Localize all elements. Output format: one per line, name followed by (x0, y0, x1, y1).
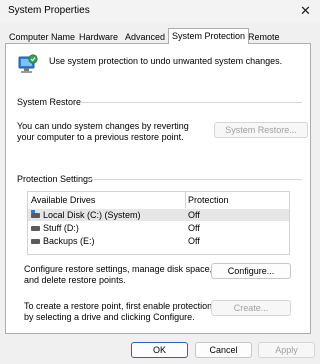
window-title: System Properties (8, 5, 90, 16)
section-divider (80, 102, 302, 103)
cancel-button[interactable]: Cancel (195, 342, 252, 358)
column-separator (185, 192, 186, 208)
configure-button[interactable]: Configure... (211, 263, 291, 279)
system-restore-description-line1: You can undo system changes by reverting (17, 121, 189, 131)
system-restore-description-line2: your computer to a previous restore poin… (17, 132, 184, 142)
drive-protection: Off (188, 236, 200, 246)
tab-hardware[interactable]: Hardware (76, 30, 121, 44)
drive-row-e[interactable]: Backups (E:) Off (28, 235, 289, 247)
list-header: Available Drives Protection (28, 192, 289, 208)
create-text-line2: by selecting a drive and clicking Config… (24, 312, 195, 322)
tab-panel (5, 43, 311, 334)
configure-text-line1: Configure restore settings, manage disk … (24, 264, 213, 274)
column-header-available-drives[interactable]: Available Drives (31, 195, 95, 205)
column-header-protection[interactable]: Protection (188, 195, 229, 205)
create-button[interactable]: Create... (211, 300, 291, 316)
drive-protection: Off (188, 223, 200, 233)
close-icon[interactable]: ✕ (291, 0, 320, 22)
drive-name: Local Disk (C:) (System) (43, 210, 141, 220)
drive-name: Backups (E:) (43, 236, 95, 246)
drive-protection: Off (188, 210, 200, 220)
system-restore-heading: System Restore (17, 97, 82, 107)
ok-button[interactable]: OK (131, 342, 188, 358)
apply-button[interactable]: Apply (258, 342, 315, 358)
tab-computer-name[interactable]: Computer Name (6, 30, 78, 44)
system-drive-icon (31, 210, 40, 218)
configure-text-line2: and delete restore points. (24, 275, 126, 285)
tab-advanced[interactable]: Advanced (122, 30, 168, 44)
system-protection-icon (17, 53, 39, 75)
tab-remote[interactable]: Remote (245, 30, 283, 44)
drives-list[interactable]: Available Drives Protection Local Disk (… (27, 191, 290, 255)
drive-row-d[interactable]: Stuff (D:) Off (28, 222, 289, 234)
create-text-line1: To create a restore point, first enable … (24, 301, 213, 311)
drive-icon (31, 239, 40, 244)
protection-settings-heading: Protection Settings (17, 174, 93, 184)
section-divider (87, 179, 302, 180)
tab-system-protection[interactable]: System Protection (168, 28, 250, 44)
drive-name: Stuff (D:) (43, 223, 79, 233)
drive-icon (31, 226, 40, 231)
intro-text: Use system protection to undo unwanted s… (49, 56, 283, 66)
system-restore-button[interactable]: System Restore... (214, 122, 308, 138)
drive-row-c[interactable]: Local Disk (C:) (System) Off (28, 209, 289, 221)
